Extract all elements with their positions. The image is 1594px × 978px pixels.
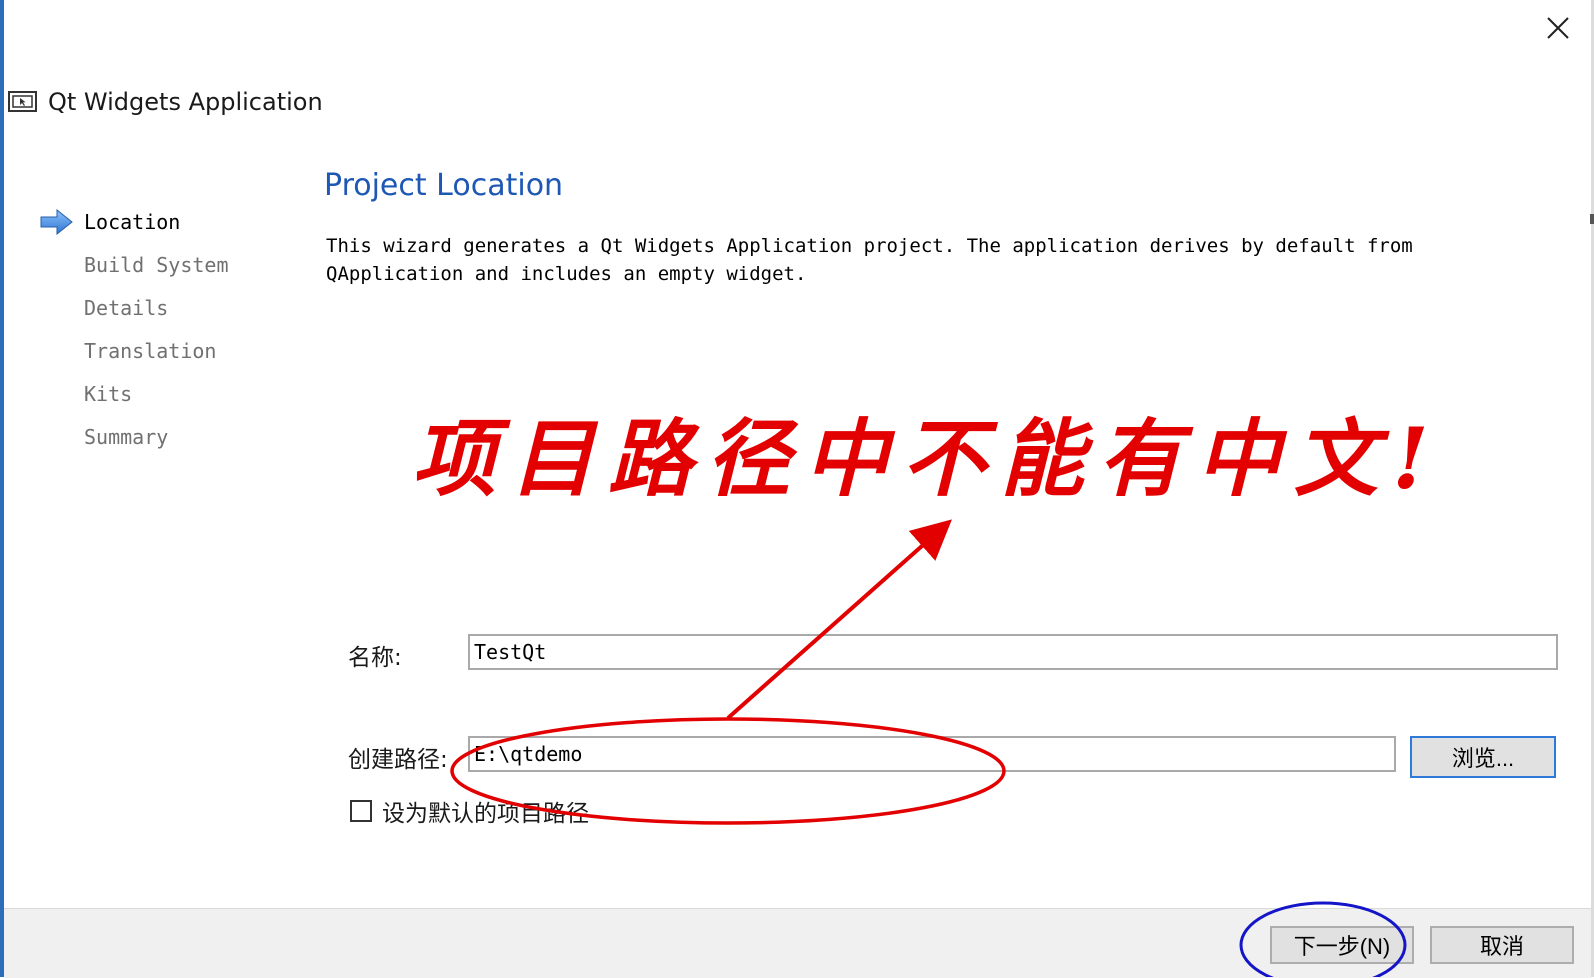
step-label: Summary	[84, 424, 169, 449]
default-path-label: 设为默认的项目路径	[382, 801, 589, 827]
step-build-system: Build System	[40, 243, 280, 286]
path-input[interactable]	[468, 736, 1396, 772]
step-details: Details	[40, 286, 280, 329]
close-button[interactable]	[1536, 8, 1580, 48]
page-title: Project Location	[324, 168, 564, 203]
step-label: Location	[84, 209, 181, 234]
step-label: Kits	[84, 381, 133, 406]
wizard-title: Qt Widgets Application	[48, 88, 323, 116]
step-location: Location	[40, 200, 280, 243]
default-path-option[interactable]: 设为默认的项目路径	[350, 794, 589, 828]
name-label: 名称:	[348, 645, 402, 671]
default-path-checkbox[interactable]	[350, 800, 372, 822]
wizard-steps: Location Build System Details Translatio…	[40, 200, 280, 458]
page-description: This wizard generates a Qt Widgets Appli…	[326, 235, 1413, 285]
path-label: 创建路径:	[348, 747, 448, 773]
arrow-right-icon	[40, 209, 73, 235]
cancel-button[interactable]: 取消	[1430, 926, 1574, 964]
next-button[interactable]: 下一步(N)	[1270, 926, 1414, 964]
step-summary: Summary	[40, 415, 280, 458]
window-border	[0, 0, 4, 977]
name-input[interactable]	[468, 634, 1558, 670]
annotation-arrow	[726, 519, 952, 720]
step-label: Details	[84, 295, 169, 320]
wizard-footer: 下一步(N) 取消	[4, 908, 1591, 978]
browse-button[interactable]: 浏览...	[1410, 736, 1556, 778]
step-kits: Kits	[40, 372, 280, 415]
edge-mark	[1590, 214, 1594, 224]
annotation-warning-text: 项目路径中不能有中文!	[412, 409, 1443, 508]
wizard-header: Qt Widgets Application	[8, 88, 323, 116]
app-window-icon	[8, 91, 37, 112]
step-label: Build System	[84, 252, 229, 277]
step-label: Translation	[84, 338, 217, 363]
close-icon	[1547, 17, 1569, 39]
step-translation: Translation	[40, 329, 280, 372]
